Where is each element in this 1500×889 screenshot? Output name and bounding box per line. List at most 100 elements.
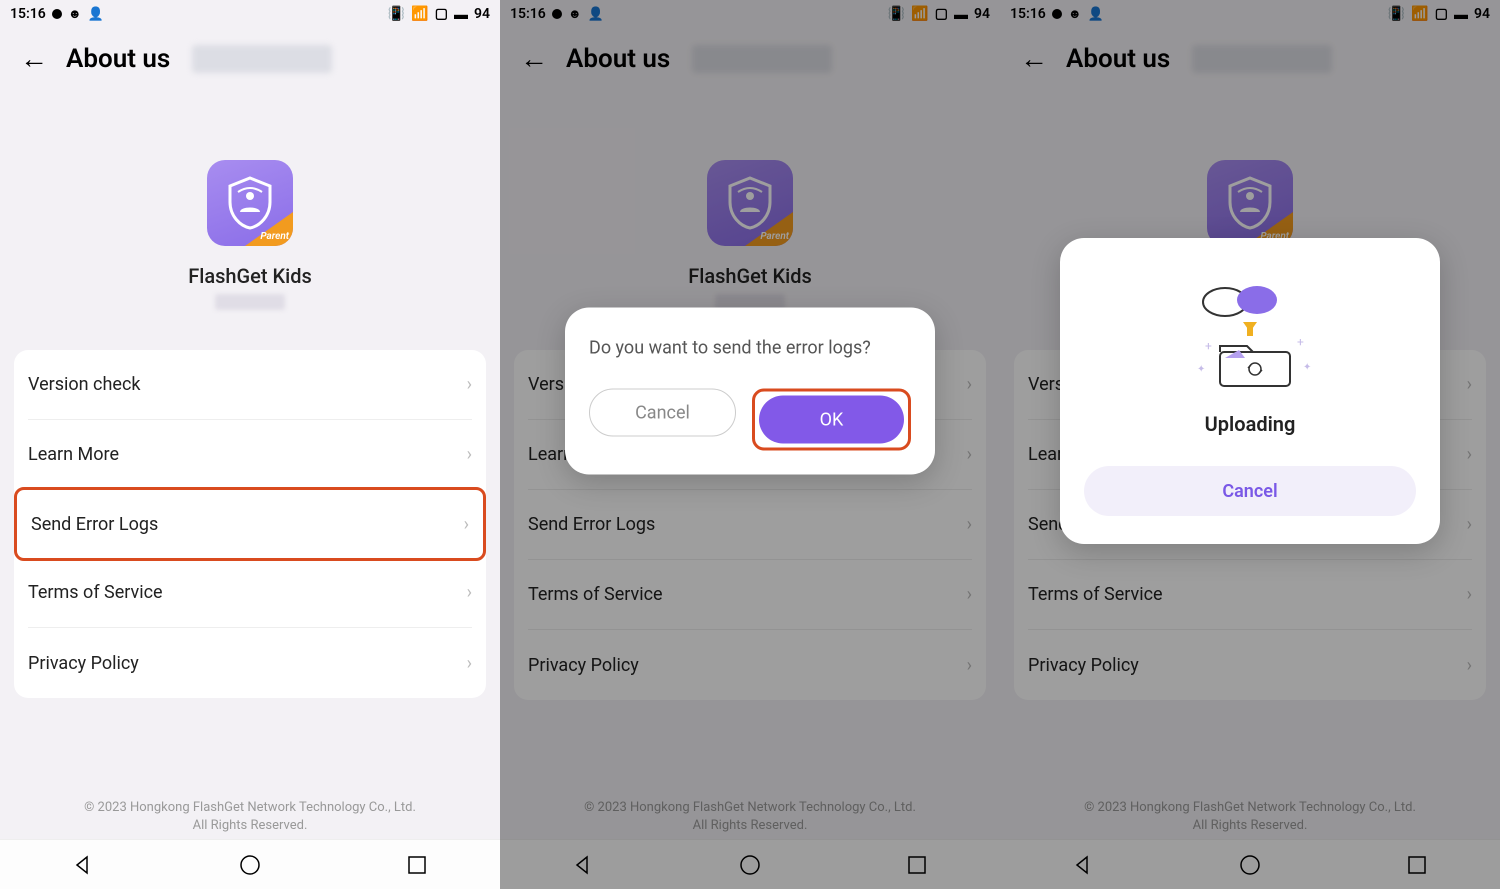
vibrate-icon: 📳: [1388, 6, 1405, 22]
upload-dialog: + + ✦ ✦ Uploading Cancel: [1060, 238, 1440, 544]
chevron-right-icon: ›: [467, 582, 472, 603]
nav-bar: [500, 839, 1000, 889]
status-face-icon: ☻: [1068, 6, 1082, 22]
chevron-right-icon: ›: [967, 655, 972, 676]
back-button[interactable]: ←: [20, 45, 48, 73]
header-blur-placeholder: [192, 45, 332, 73]
back-button[interactable]: ←: [1020, 45, 1048, 73]
wifi-icon: 📶: [1411, 6, 1428, 22]
app-name: FlashGet Kids: [688, 264, 812, 288]
battery-saver-icon: ▢: [435, 6, 448, 22]
menu-send-error-logs[interactable]: Send Error Logs ›: [528, 490, 972, 560]
footer-line2: All Rights Reserved.: [1010, 817, 1490, 835]
status-bar: 15:16 ☻ 👤 📳 📶 ▢ ▬ 94: [0, 0, 500, 28]
screen-about-us: 15:16 ☻ 👤 📳 📶 ▢ ▬ 94 ← About us Parent: [0, 0, 500, 889]
chevron-right-icon: ›: [967, 514, 972, 535]
app-icon: Parent: [207, 160, 293, 246]
menu-send-error-logs[interactable]: Send Error Logs ›: [14, 487, 486, 561]
battery-percent: 94: [974, 6, 990, 22]
menu-label: Learn More: [28, 444, 119, 465]
chevron-right-icon: ›: [967, 444, 972, 465]
upload-illustration: + + ✦ ✦: [1084, 272, 1416, 392]
header: ← About us: [0, 28, 500, 90]
cancel-button[interactable]: Cancel: [589, 389, 736, 437]
confirm-dialog: Do you want to send the error logs? Canc…: [565, 308, 935, 475]
footer: © 2023 Hongkong FlashGet Network Technol…: [500, 791, 1000, 839]
chevron-right-icon: ›: [467, 653, 472, 674]
header: ← About us: [500, 28, 1000, 90]
vibrate-icon: 📳: [888, 6, 905, 22]
nav-back-button[interactable]: [71, 853, 95, 877]
status-bar: 15:16 ☻ 👤 📳 📶 ▢ ▬ 94: [500, 0, 1000, 28]
footer: © 2023 Hongkong FlashGet Network Technol…: [0, 791, 500, 839]
battery-icon: ▬: [1454, 6, 1468, 23]
battery-percent: 94: [1474, 6, 1490, 22]
menu-privacy[interactable]: Privacy Policy ›: [528, 630, 972, 700]
back-button[interactable]: ←: [520, 45, 548, 73]
footer-line2: All Rights Reserved.: [10, 817, 490, 835]
battery-saver-icon: ▢: [1435, 6, 1448, 22]
status-person-icon: 👤: [588, 7, 604, 22]
screen-uploading-dialog: 15:16 ☻ 👤 📳 📶 ▢ ▬ 94 ← About us Parent: [1000, 0, 1500, 889]
chevron-right-icon: ›: [1467, 584, 1472, 605]
menu-privacy[interactable]: Privacy Policy ›: [28, 628, 472, 698]
footer-line1: © 2023 Hongkong FlashGet Network Technol…: [510, 799, 990, 817]
svg-text:✦: ✦: [1303, 362, 1311, 373]
menu-label: Privacy Policy: [1028, 655, 1139, 676]
battery-icon: ▬: [954, 6, 968, 23]
nav-recent-button[interactable]: [905, 853, 929, 877]
status-person-icon: 👤: [1088, 7, 1104, 22]
vibrate-icon: 📳: [388, 6, 405, 22]
svg-text:+: +: [1297, 335, 1304, 349]
ok-button[interactable]: OK: [759, 396, 904, 444]
cancel-upload-button[interactable]: Cancel: [1084, 466, 1416, 516]
menu-label: Terms of Service: [528, 584, 663, 605]
nav-recent-button[interactable]: [1405, 853, 1429, 877]
menu-version-check[interactable]: Version check ›: [28, 350, 472, 420]
menu-learn-more[interactable]: Learn More ›: [28, 420, 472, 490]
menu-label: Terms of Service: [1028, 584, 1163, 605]
menu-privacy[interactable]: Privacy Policy ›: [1028, 630, 1472, 700]
chevron-right-icon: ›: [1467, 514, 1472, 535]
status-face-icon: ☻: [568, 6, 582, 22]
nav-bar: [1000, 839, 1500, 889]
nav-recent-button[interactable]: [405, 853, 429, 877]
status-time: 15:16: [510, 6, 546, 22]
svg-text:✦: ✦: [1197, 364, 1205, 375]
header-blur-placeholder: [692, 45, 832, 73]
nav-home-button[interactable]: [738, 853, 762, 877]
footer-line1: © 2023 Hongkong FlashGet Network Technol…: [1010, 799, 1490, 817]
header: ← About us: [1000, 28, 1500, 90]
status-bar: 15:16 ☻ 👤 📳 📶 ▢ ▬ 94: [1000, 0, 1500, 28]
footer-line2: All Rights Reserved.: [510, 817, 990, 835]
menu-label: Send Error Logs: [528, 514, 655, 535]
status-dot-icon: [52, 9, 62, 19]
dialog-buttons: Cancel OK: [589, 389, 911, 451]
menu-terms[interactable]: Terms of Service ›: [528, 560, 972, 630]
content-area: Parent FlashGet Kids Version check › Lea…: [0, 90, 500, 791]
status-face-icon: ☻: [68, 6, 82, 22]
wifi-icon: 📶: [911, 6, 928, 22]
nav-home-button[interactable]: [1238, 853, 1262, 877]
chevron-right-icon: ›: [967, 584, 972, 605]
app-icon: Parent: [707, 160, 793, 246]
screen-confirm-dialog: 15:16 ☻ 👤 📳 📶 ▢ ▬ 94 ← About us Parent: [500, 0, 1000, 889]
app-name: FlashGet Kids: [188, 264, 312, 288]
nav-home-button[interactable]: [238, 853, 262, 877]
dialog-message: Do you want to send the error logs?: [589, 338, 911, 359]
status-person-icon: 👤: [88, 7, 104, 22]
app-icon: Parent: [1207, 160, 1293, 246]
footer: © 2023 Hongkong FlashGet Network Technol…: [1000, 791, 1500, 839]
chevron-right-icon: ›: [1467, 655, 1472, 676]
app-icon-parent-label: Parent: [760, 231, 789, 242]
nav-back-button[interactable]: [571, 853, 595, 877]
menu-label: Terms of Service: [28, 582, 163, 603]
menu-label: Version check: [28, 374, 140, 395]
status-time: 15:16: [1010, 6, 1046, 22]
menu-terms[interactable]: Terms of Service ›: [28, 558, 472, 628]
menu-terms[interactable]: Terms of Service ›: [1028, 560, 1472, 630]
chevron-right-icon: ›: [464, 514, 469, 535]
chevron-right-icon: ›: [1467, 444, 1472, 465]
nav-back-button[interactable]: [1071, 853, 1095, 877]
page-title: About us: [1066, 44, 1170, 74]
